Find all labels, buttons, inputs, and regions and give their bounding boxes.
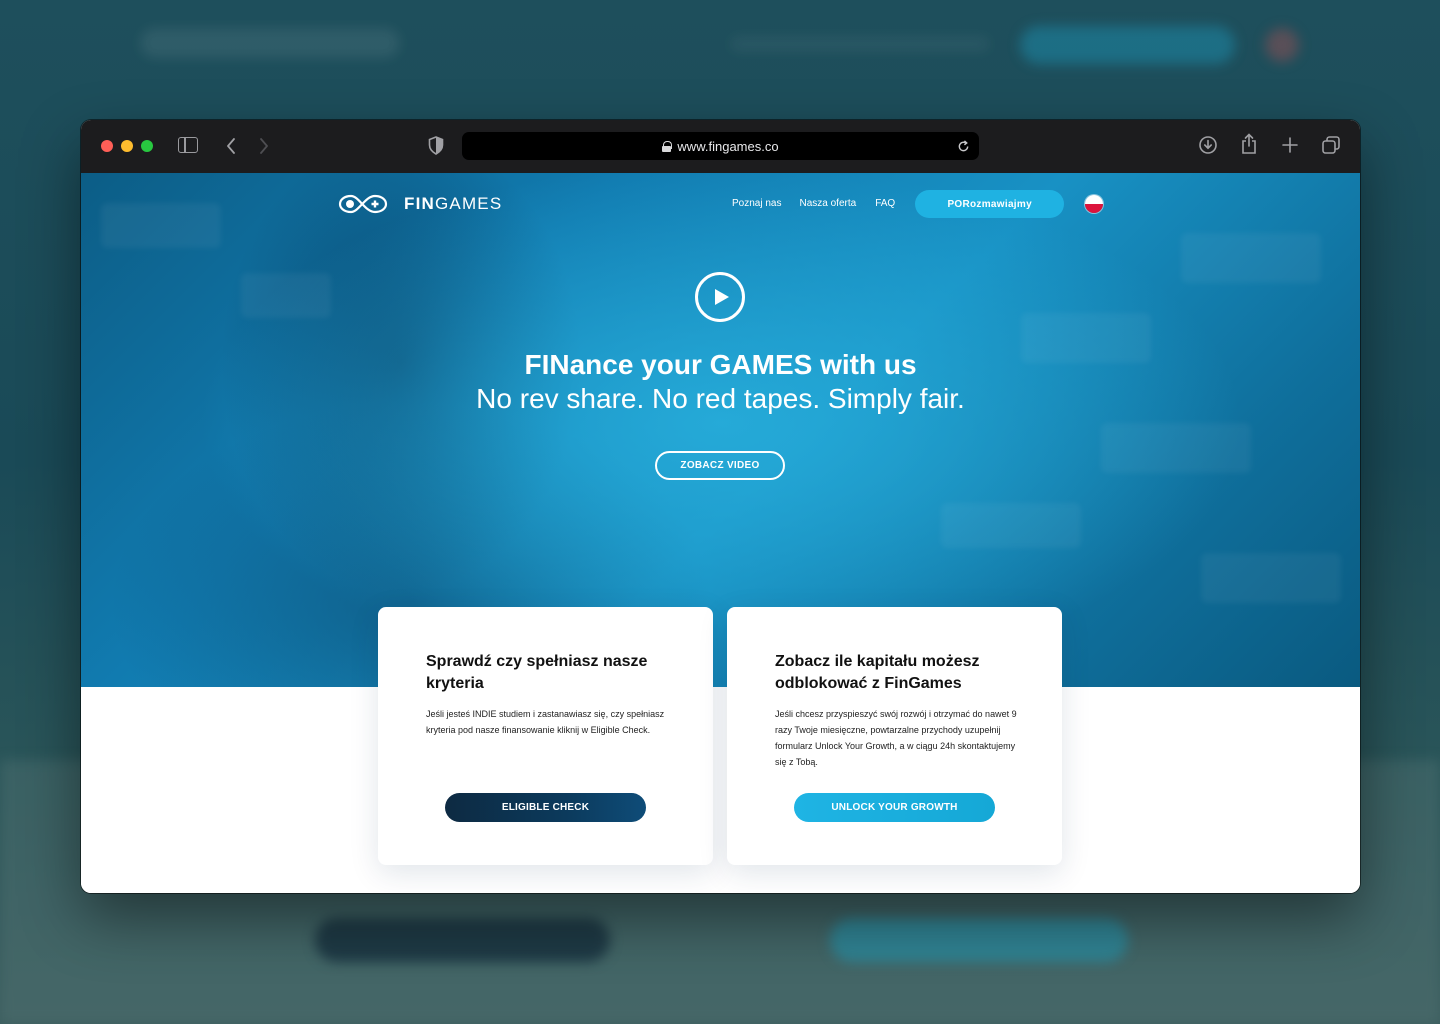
play-video-icon[interactable]	[695, 272, 745, 322]
card-body: Jeśli chcesz przyspieszyć swój rozwój i …	[775, 709, 1017, 767]
background-nav-blur	[730, 36, 990, 52]
polish-flag-icon[interactable]	[1085, 195, 1104, 213]
nav-link-nasza-oferta[interactable]: Nasza oferta	[799, 190, 856, 218]
unlock-growth-button[interactable]: UNLOCK YOUR GROWTH	[794, 793, 995, 822]
privacy-shield-icon[interactable]	[428, 136, 444, 155]
card-title: Zobacz ile kapitału możesz odblokować z …	[775, 653, 980, 692]
card-body: Jeśli jesteś INDIE studiem i zastanawias…	[426, 709, 665, 735]
minimize-window-button[interactable]	[121, 140, 133, 152]
background-brick	[1201, 553, 1341, 603]
lock-icon	[662, 140, 673, 152]
fingames-logo[interactable]: FINGAMES	[332, 192, 502, 216]
background-brick	[101, 203, 221, 248]
browser-toolbar: www.fingames.co	[81, 120, 1360, 173]
background-brick	[941, 503, 1081, 548]
browser-window: www.fingames.co FINGAMES Poznaj nas Nasz…	[81, 120, 1360, 893]
hero-section: FINGAMES Poznaj nas Nasza oferta FAQ POR…	[81, 173, 1360, 687]
background-light-button-blur	[830, 918, 1128, 962]
background-dark-button-blur	[315, 918, 610, 962]
main-nav: Poznaj nas Nasza oferta FAQ PORozmawiajm…	[732, 190, 1104, 218]
background-logo-blur	[140, 28, 400, 58]
background-brick	[1101, 423, 1251, 473]
infinity-gamepad-icon	[338, 194, 388, 214]
url-text: www.fingames.co	[677, 138, 779, 154]
new-tab-icon[interactable]	[1280, 134, 1300, 156]
forward-icon[interactable]	[254, 134, 274, 158]
hero-headline: FINance your GAMES with us	[524, 349, 917, 380]
nav-link-faq[interactable]: FAQ	[875, 190, 895, 218]
sidebar-toggle-icon[interactable]	[178, 137, 198, 153]
downloads-icon[interactable]	[1198, 135, 1218, 155]
reload-icon[interactable]	[955, 138, 971, 154]
address-bar[interactable]: www.fingames.co	[462, 132, 979, 160]
eligible-check-button[interactable]: ELIGIBLE CHECK	[445, 793, 646, 822]
card-title: Sprawdź czy spełniasz nasze kryteria	[426, 653, 648, 692]
share-icon[interactable]	[1239, 133, 1259, 155]
background-brick	[1181, 233, 1321, 283]
background-brick	[241, 273, 331, 318]
close-window-button[interactable]	[101, 140, 113, 152]
logo-text: FINGAMES	[404, 194, 503, 213]
unlock-growth-card: Zobacz ile kapitału możesz odblokować z …	[727, 607, 1062, 865]
tab-overview-icon[interactable]	[1321, 135, 1341, 155]
website: FINGAMES Poznaj nas Nasza oferta FAQ POR…	[81, 173, 1360, 893]
talk-to-us-button[interactable]: PORozmawiajmy	[915, 190, 1065, 218]
hero-subline: No rev share. No red tapes. Simply fair.	[476, 383, 965, 414]
watch-video-button[interactable]: ZOBACZ VIDEO	[655, 451, 785, 480]
nav-link-poznaj-nas[interactable]: Poznaj nas	[732, 190, 781, 218]
zoom-window-button[interactable]	[141, 140, 153, 152]
background-flag-blur	[1265, 28, 1299, 62]
background-cta-blur	[1020, 26, 1235, 64]
window-controls	[101, 140, 153, 152]
back-icon[interactable]	[221, 134, 241, 158]
eligibility-card: Sprawdź czy spełniasz nasze kryteria Jeś…	[378, 607, 713, 865]
